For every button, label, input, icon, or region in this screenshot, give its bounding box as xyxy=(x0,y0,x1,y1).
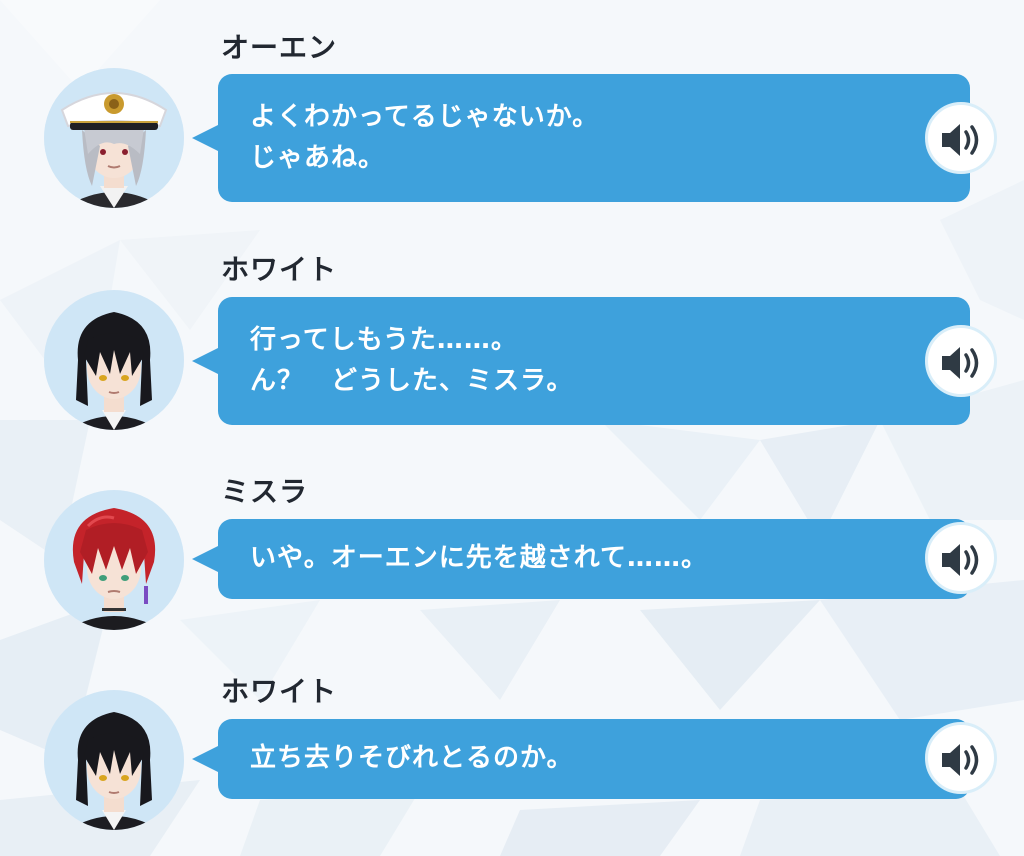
speaker-name: ホワイト xyxy=(221,253,338,286)
white-avatar xyxy=(44,290,184,430)
dialogue-log: オーエン よくわかってるじゃないか。 じゃあね。 ホワイト 行ってしもうた……。… xyxy=(0,0,1024,856)
message-line: 行ってしもうた……。 xyxy=(250,325,518,355)
owen-avatar xyxy=(44,68,184,208)
speaker-icon xyxy=(942,347,979,379)
speaker-icon xyxy=(942,544,979,576)
message-line: じゃあね。 xyxy=(250,143,386,173)
message-line: よくわかってるじゃないか。 xyxy=(250,102,600,132)
mithra-avatar xyxy=(44,490,184,630)
message-bubble: 行ってしもうた……。 ん？ どうした、ミスラ。 xyxy=(192,297,970,425)
play-voice-button[interactable] xyxy=(925,522,997,594)
speaker-name: ミスラ xyxy=(221,475,309,508)
message-line: ん？ どうした、ミスラ。 xyxy=(250,366,574,396)
speaker-name: オーエン xyxy=(221,31,338,64)
message-bubble: 立ち去りそびれとるのか。 xyxy=(192,719,970,799)
message-line: 立ち去りそびれとるのか。 xyxy=(250,743,574,773)
white-avatar xyxy=(44,690,184,830)
speaker-name: ホワイト xyxy=(221,675,338,708)
speaker-icon xyxy=(942,744,979,776)
play-voice-button[interactable] xyxy=(925,102,997,174)
play-voice-button[interactable] xyxy=(925,722,997,794)
play-voice-button[interactable] xyxy=(925,325,997,397)
message-bubble: よくわかってるじゃないか。 じゃあね。 xyxy=(192,74,970,202)
message-bubble: いや。オーエンに先を越されて……。 xyxy=(192,519,970,599)
message-line: いや。オーエンに先を越されて……。 xyxy=(250,543,708,573)
speaker-icon xyxy=(942,124,979,156)
